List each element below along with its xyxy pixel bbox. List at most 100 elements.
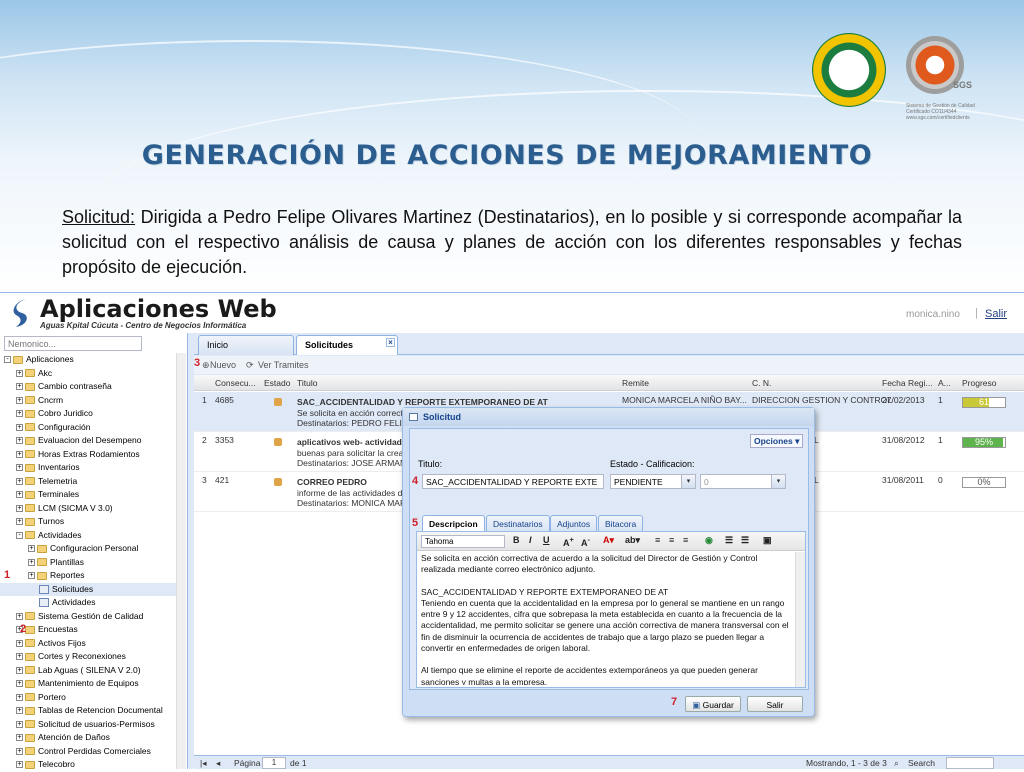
- search-label[interactable]: Search: [908, 758, 935, 768]
- tree-item[interactable]: + LCM (SICMA V 3.0): [0, 502, 178, 516]
- tab-inicio[interactable]: Inicio: [198, 335, 294, 355]
- editor-content[interactable]: Se solicita en acción correctiva de acue…: [421, 553, 791, 685]
- font-select[interactable]: Tahoma: [421, 535, 505, 548]
- expand-icon[interactable]: +: [16, 383, 23, 391]
- calificacion-select[interactable]: 0 ▾: [700, 474, 786, 489]
- expand-icon[interactable]: +: [16, 680, 23, 688]
- expand-icon[interactable]: +: [16, 464, 23, 472]
- expand-icon[interactable]: +: [16, 639, 23, 647]
- collapse-icon[interactable]: -: [4, 356, 11, 364]
- tree-item[interactable]: + Horas Extras Rodamientos: [0, 448, 178, 462]
- tree-item[interactable]: + Encuestas: [0, 623, 178, 637]
- col-consecutivo[interactable]: Consecu...: [215, 378, 256, 388]
- tree-item[interactable]: + Control Perdidas Comerciales: [0, 745, 178, 759]
- tree-item[interactable]: + Portero: [0, 691, 178, 705]
- col-remite[interactable]: Remite: [622, 378, 649, 388]
- expand-icon[interactable]: +: [16, 761, 23, 769]
- tree-item[interactable]: - Aplicaciones: [0, 353, 178, 367]
- guardar-button[interactable]: ▣ Guardar: [685, 696, 741, 712]
- tree-item[interactable]: + Cambio contraseña: [0, 380, 178, 394]
- panel-splitter[interactable]: [189, 333, 193, 769]
- tree-item[interactable]: + Reportes: [0, 569, 178, 583]
- tab-bitacora[interactable]: Bitacora: [598, 515, 644, 532]
- ordered-list-icon[interactable]: ☰: [725, 535, 733, 546]
- tree-item[interactable]: + Plantillas: [0, 556, 178, 570]
- align-left-icon[interactable]: ≡: [655, 535, 660, 545]
- col-fecha[interactable]: Fecha Regi...: [882, 378, 933, 388]
- expand-icon[interactable]: +: [16, 410, 23, 418]
- tree-item[interactable]: + Inventarios: [0, 461, 178, 475]
- opciones-menu-button[interactable]: Opciones ▾: [750, 434, 804, 448]
- tree-item[interactable]: + Configuración: [0, 421, 178, 435]
- expand-icon[interactable]: +: [28, 572, 35, 580]
- expand-icon[interactable]: +: [16, 720, 23, 728]
- collapse-icon[interactable]: -: [16, 531, 23, 539]
- tab-adjuntos[interactable]: Adjuntos: [550, 515, 598, 532]
- prev-page-icon[interactable]: ◂: [216, 758, 220, 769]
- expand-icon[interactable]: +: [16, 504, 23, 512]
- expand-icon[interactable]: +: [16, 693, 23, 701]
- nuevo-button[interactable]: Nuevo: [210, 360, 236, 370]
- tree-item[interactable]: + Cncrm: [0, 394, 178, 408]
- expand-icon[interactable]: +: [16, 477, 23, 485]
- col-titulo[interactable]: Titulo: [297, 378, 317, 388]
- source-edit-icon[interactable]: ▣: [763, 535, 772, 546]
- close-icon[interactable]: ×: [386, 338, 395, 347]
- expand-icon[interactable]: +: [16, 747, 23, 755]
- tree-item[interactable]: Solicitudes: [0, 582, 178, 596]
- expand-icon[interactable]: +: [16, 491, 23, 499]
- expand-icon[interactable]: +: [16, 437, 23, 445]
- logout-link[interactable]: Salir: [985, 308, 1007, 320]
- expand-icon[interactable]: +: [16, 666, 23, 674]
- align-right-icon[interactable]: ≡: [683, 535, 688, 545]
- tree-item[interactable]: + Telecobro: [0, 758, 178, 772]
- tab-descripcion[interactable]: Descripcion: [422, 515, 485, 532]
- ver-tramites-button[interactable]: Ver Tramites: [258, 360, 309, 370]
- link-icon[interactable]: ◉: [705, 535, 713, 546]
- expand-icon[interactable]: +: [16, 396, 23, 404]
- expand-icon[interactable]: +: [16, 450, 23, 458]
- tree-item[interactable]: + Telemetria: [0, 475, 178, 489]
- tree-item[interactable]: - Actividades: [0, 529, 178, 543]
- expand-icon[interactable]: +: [28, 558, 35, 566]
- col-progreso[interactable]: Progreso: [962, 378, 997, 388]
- tree-item[interactable]: + Sistema Gestión de Calidad: [0, 610, 178, 624]
- col-a[interactable]: A...: [938, 378, 951, 388]
- unordered-list-icon[interactable]: ☰: [741, 535, 749, 546]
- tree-item[interactable]: + Terminales: [0, 488, 178, 502]
- font-size-up-icon[interactable]: A+: [563, 535, 574, 548]
- tree-item[interactable]: + Cortes y Reconexiones: [0, 650, 178, 664]
- editor-scrollbar[interactable]: [795, 552, 805, 687]
- expand-icon[interactable]: +: [16, 612, 23, 620]
- tree-item[interactable]: + Cobro Juridico: [0, 407, 178, 421]
- tree-item[interactable]: + Lab Aguas ( SILENA V 2.0): [0, 664, 178, 678]
- expand-icon[interactable]: +: [16, 653, 23, 661]
- expand-icon[interactable]: +: [16, 369, 23, 377]
- font-size-down-icon[interactable]: A-: [581, 535, 590, 548]
- expand-icon[interactable]: +: [16, 423, 23, 431]
- tree-scrollbar[interactable]: [176, 353, 186, 769]
- expand-icon[interactable]: +: [16, 518, 23, 526]
- expand-icon[interactable]: +: [16, 734, 23, 742]
- col-cn[interactable]: C. N.: [752, 378, 771, 388]
- font-color-icon[interactable]: A▾: [603, 535, 614, 546]
- bold-icon[interactable]: B: [513, 535, 520, 545]
- tree-item[interactable]: + Configuracion Personal: [0, 542, 178, 556]
- tree-item[interactable]: + Mantenimiento de Equipos: [0, 677, 178, 691]
- estado-select[interactable]: PENDIENTE ▾: [610, 474, 696, 489]
- underline-icon[interactable]: U: [543, 535, 550, 545]
- italic-icon[interactable]: I: [529, 535, 532, 545]
- first-page-icon[interactable]: |◂: [200, 758, 206, 769]
- titulo-input[interactable]: SAC_ACCIDENTALIDAD Y REPORTE EXTE: [422, 474, 604, 489]
- page-input[interactable]: 1: [262, 757, 286, 769]
- col-estado[interactable]: Estado: [264, 378, 290, 388]
- tree-item[interactable]: + Solicitud de usuarios-Permisos: [0, 718, 178, 732]
- tree-item[interactable]: + Akc: [0, 367, 178, 381]
- tree-item[interactable]: + Atención de Daños: [0, 731, 178, 745]
- tab-solicitudes[interactable]: Solicitudes ×: [296, 335, 398, 355]
- tab-destinatarios[interactable]: Destinatarios: [486, 515, 550, 532]
- salir-button[interactable]: Salir: [747, 696, 803, 712]
- expand-icon[interactable]: +: [28, 545, 35, 553]
- tree-item[interactable]: + Turnos: [0, 515, 178, 529]
- tree-item[interactable]: Actividades: [0, 596, 178, 610]
